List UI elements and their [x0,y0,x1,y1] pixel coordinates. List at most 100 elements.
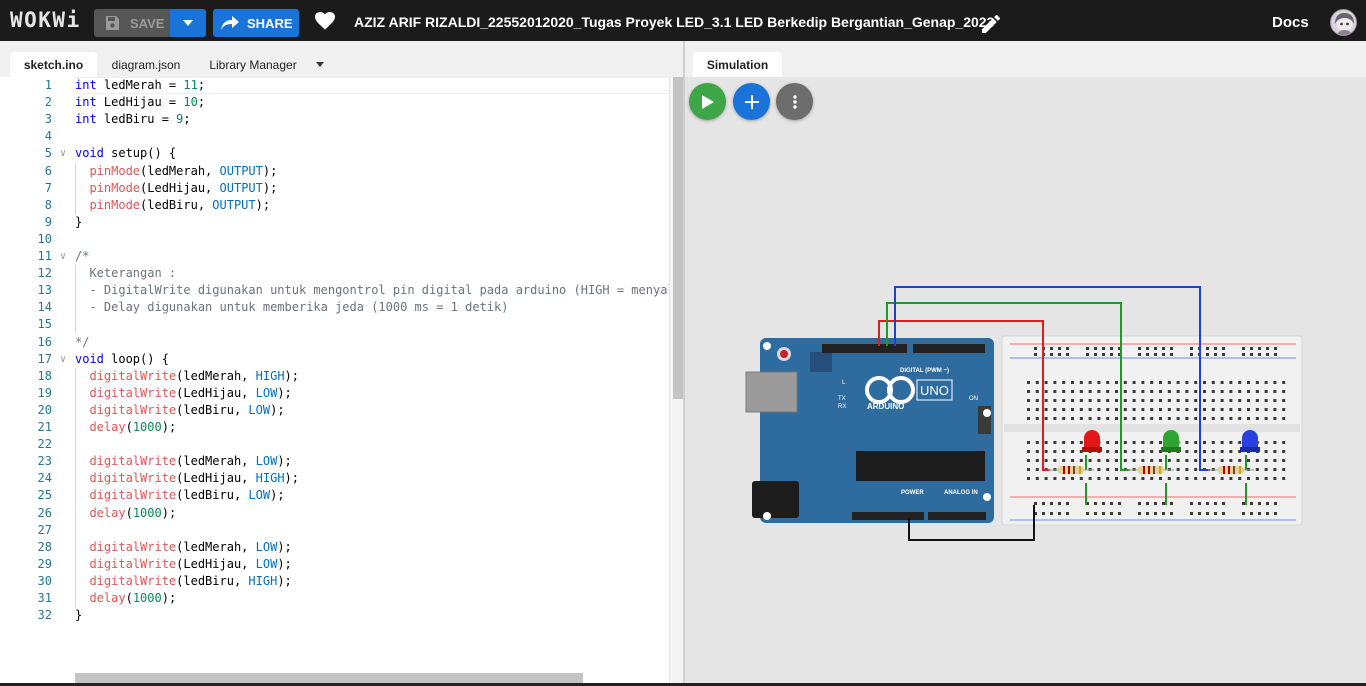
code-line[interactable]: 2 int LedHijau = 10; [0,94,669,111]
horizontal-scroll-thumb[interactable] [75,673,583,683]
indent-guide [75,436,76,454]
code-line[interactable]: 28 digitalWrite(ledMerah, LOW); [0,538,669,556]
fold-chevron-icon[interactable]: ∨ [60,351,66,368]
line-number: 14 [37,300,52,315]
tabs-dropdown-button[interactable] [312,52,328,77]
tab-sketch-ino[interactable]: sketch.ino [10,52,97,77]
code-line[interactable]: 27 [0,521,669,539]
line-number: 18 [37,368,52,383]
code-line[interactable]: 8 pinMode(ledBiru, OUTPUT); [0,196,669,214]
line-number: 12 [37,266,52,281]
line-text: digitalWrite(ledBiru, LOW); [89,402,285,417]
add-part-button[interactable] [733,83,770,120]
editor-tab-bar: sketch.ino diagram.json Library Manager [0,41,683,77]
code-line[interactable]: 12 Keterangan : [0,265,669,283]
tab-library-manager[interactable]: Library Manager [200,52,306,77]
code-line[interactable]: 5 ∨ void setup() { [0,145,669,162]
vertical-dots-icon [792,94,797,109]
docs-link[interactable]: Docs [1272,14,1309,31]
line-text: digitalWrite(ledBiru, HIGH); [89,573,292,588]
code-line[interactable]: 17 ∨ void loop() { [0,351,669,368]
avatar-image [1335,13,1354,35]
share-arrow-icon [221,16,239,30]
uno-model-label: UNO [920,383,949,398]
line-number: 3 [44,112,52,127]
code-line[interactable]: 7 pinMode(LedHijau, OUTPUT); [0,179,669,197]
more-options-button[interactable] [776,83,813,120]
line-number: 13 [37,283,52,298]
simulation-canvas[interactable]: ARDUINO UNO DIGITAL (PWM ~) POWER ANALOG… [685,77,1366,686]
line-number: 20 [37,402,52,417]
code-line[interactable]: 10 [0,231,669,248]
tab-simulation[interactable]: Simulation [693,52,782,77]
heart-icon[interactable] [315,12,335,30]
code-line[interactable]: 22 [0,436,669,454]
code-line[interactable]: 16 */ [0,334,669,351]
line-text: digitalWrite(LedHijau, HIGH); [89,471,299,486]
line-text: void loop() { [75,351,169,366]
analog-in-label: ANALOG IN [944,490,978,496]
code-line[interactable]: 31 delay(1000); [0,590,669,607]
vertical-scrollbar[interactable] [669,77,683,686]
line-text: int ledMerah = 11; [75,78,206,92]
line-text: digitalWrite(ledMerah, LOW); [89,454,292,469]
code-line[interactable]: 29 digitalWrite(LedHijau, LOW); [0,555,669,573]
code-line[interactable]: 1 int ledMerah = 11; [0,77,669,94]
code-line[interactable]: 15 [0,316,669,334]
share-button[interactable]: SHARE [213,9,299,37]
code-line[interactable]: 13 - DigitalWrite digunakan untuk mengon… [0,282,669,300]
start-simulation-button[interactable] [689,83,726,120]
code-line[interactable]: 24 digitalWrite(LedHijau, HIGH); [0,470,669,488]
fold-chevron-icon[interactable]: ∨ [60,145,66,162]
line-number: 8 [44,197,52,212]
code-line[interactable]: 11 ∨ /* [0,248,669,265]
line-number: 2 [44,95,52,110]
user-avatar[interactable] [1330,9,1357,36]
save-button[interactable]: SAVE [94,9,170,37]
floppy-icon [106,16,119,30]
simulation-tab-bar: Simulation [685,41,1366,77]
code-line[interactable]: 25 digitalWrite(ledBiru, LOW); [0,487,669,505]
caret-down-icon [316,62,324,67]
fold-chevron-icon[interactable]: ∨ [60,248,66,265]
line-number: 25 [37,488,52,503]
code-line[interactable]: 4 [0,128,669,145]
line-number: 16 [37,334,52,349]
save-dropdown-button[interactable] [170,9,206,37]
atmega-chip [856,451,985,481]
vertical-scroll-thumb[interactable] [673,77,683,399]
pencil-icon[interactable] [982,15,1000,33]
line-text: } [75,608,83,623]
code-line[interactable]: 30 digitalWrite(ledBiru, HIGH); [0,572,669,590]
line-number: 5 [44,146,52,161]
tab-diagram-json[interactable]: diagram.json [104,52,188,77]
line-number: 7 [44,180,52,195]
code-line[interactable]: 14 - Delay digunakan untuk memberika jed… [0,299,669,317]
code-line[interactable]: 18 digitalWrite(ledMerah, HIGH); [0,367,669,385]
line-text: Keterangan : [75,266,177,281]
code-line[interactable]: 20 digitalWrite(ledBiru, LOW); [0,401,669,419]
code-line[interactable]: 6 pinMode(ledMerah, OUTPUT); [0,162,669,180]
code-line[interactable]: 3 int ledBiru = 9; [0,111,669,128]
breadboard[interactable] [1001,335,1303,526]
line-text: /* [75,249,90,263]
arduino-uno-board[interactable]: ARDUINO UNO DIGITAL (PWM ~) POWER ANALOG… [745,338,994,523]
line-text: pinMode(ledMerah, OUTPUT); [89,163,278,178]
play-icon [701,94,714,109]
code-editor[interactable]: 1 int ledMerah = 11; 2 int LedHijau = 10; 3 i… [0,77,683,686]
code-line[interactable]: 23 digitalWrite(ledMerah, LOW); [0,453,669,471]
code-line[interactable]: 9} [0,214,669,231]
line-number: 15 [37,317,52,332]
line-text: void setup() { [75,146,177,161]
wokwi-logo[interactable]: WOKWi [10,8,81,32]
line-number: 31 [37,591,52,605]
line-number: 22 [37,437,52,452]
line-text: } [75,214,83,229]
line-number: 30 [37,573,52,588]
code-line[interactable]: 26 delay(1000); [0,504,669,522]
line-number: 29 [37,556,52,571]
project-title[interactable]: AZIZ ARIF RIZALDI_22552012020_Tugas Proy… [354,14,994,30]
code-line[interactable]: 21 delay(1000); [0,419,669,436]
code-line[interactable]: 32} [0,607,669,624]
code-line[interactable]: 19 digitalWrite(LedHijau, LOW); [0,384,669,402]
